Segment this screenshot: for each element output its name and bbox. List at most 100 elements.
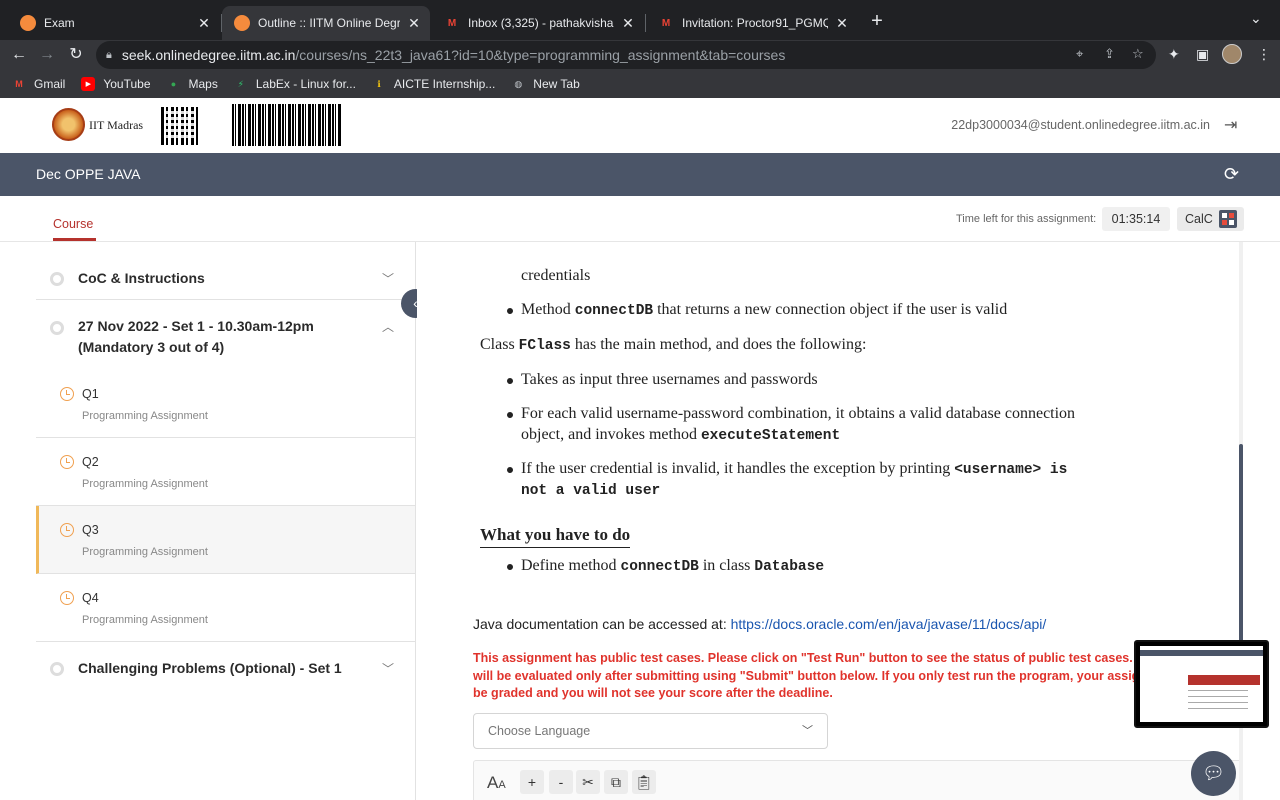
class-fclass-line: Class FClass has the main method, and do… [480,336,867,354]
chevron-down-icon: ﹀ [382,662,395,676]
bookmark-maps[interactable]: ● Maps [167,77,218,91]
address-bar[interactable]: 🔒︎ seek.onlinedegree.iitm.ac.in/courses/… [96,41,1156,69]
chevron-down-icon: ﹀ [802,725,813,737]
increase-font-button[interactable]: + [520,770,544,794]
preview-screen [1140,646,1263,722]
youtube-icon: ▶ [81,77,96,91]
forward-arrow-icon[interactable]: → [35,43,59,67]
cut-icon[interactable]: ✂ [576,770,600,794]
barcode-icon [232,104,342,146]
bullet-each-line1: For each valid username-password combina… [521,405,1076,422]
logo-text: IIT Madras [89,118,144,132]
bookmark-youtube[interactable]: ▶ YouTube [81,77,151,91]
time-left-label: Time left for this assignment: [956,213,1097,225]
bullet-define: Define method connectDB in class Databas… [521,557,825,575]
gmail-icon: M [447,17,457,29]
section-challenging-problems[interactable]: Challenging Problems (Optional) - Set 1 … [36,642,414,696]
what-you-have-to-do-heading: What you have to do [480,525,631,548]
close-tab-icon[interactable]: ✕ [620,15,636,32]
active-tab-underline [53,238,96,241]
section-status-dot [50,321,64,335]
course-subbar: Course Time left for this assignment: 01… [0,196,1280,242]
course-title: Dec OPPE JAVA [36,166,141,182]
logout-icon[interactable]: ⇥ [1224,115,1237,135]
browser-tab-strip: Exam ✕ Outline :: IITM Online Degree ✕ M… [0,0,1280,40]
paste-icon[interactable]: 📋︎ [632,770,656,794]
java-docs-line: Java documentation can be accessed at: h… [473,616,1047,632]
bookmark-aicte[interactable]: ℹ AICTE Internship... [372,77,495,91]
lock-icon: 🔒︎ [106,48,112,61]
bullet-dot [507,412,513,418]
new-tab-icon[interactable]: + [866,10,888,32]
browser-toolbar: ← → ↻ 🔒︎ seek.onlinedegree.iitm.ac.in/co… [0,40,1280,70]
side-panel-icon[interactable]: ▣ [1196,46,1209,63]
qr-code-icon [161,107,199,145]
list-item-q1[interactable]: Q1 Programming Assignment [36,370,415,438]
tab-inbox[interactable]: M Inbox (3,325) - pathakvishal13 ✕ [432,6,644,40]
time-left-value: 01:35:14 [1102,207,1170,231]
clock-icon [60,591,74,605]
bookmark-star-icon[interactable]: ☆ [1132,46,1144,62]
close-tab-icon[interactable]: ✕ [406,15,422,32]
bullet-takes: Takes as input three usernames and passw… [521,371,818,388]
content-scrollbar-thumb[interactable] [1239,444,1243,654]
bullet-dot [507,378,513,384]
gmail-icon: M [661,17,671,29]
extensions-puzzle-icon[interactable]: ✦ [1168,46,1180,63]
bookmark-new-tab[interactable]: ◍ New Tab [511,77,579,91]
decrease-font-button[interactable]: - [549,770,573,794]
profile-avatar[interactable] [1222,44,1242,64]
site-header: IIT Madras 22dp3000034@student.onlinedeg… [0,98,1280,153]
text-credentials: credentials [521,267,591,284]
bookmark-labex[interactable]: ⚡ LabEx - Linux for... [234,77,356,91]
bullet-invalid-line2: not a valid user [521,483,661,499]
moodle-orange-icon [234,15,250,31]
user-email: 22dp3000034@student.onlinedegree.iitm.ac… [951,118,1210,132]
bullet-connect: Method connectDB that returns a new conn… [521,301,1008,319]
moodle-orange-icon [20,15,36,31]
course-bar: Dec OPPE JAVA ⟳ [0,153,1280,196]
reload-icon[interactable]: ↻ [64,43,88,67]
close-tab-icon[interactable]: ✕ [834,15,850,32]
tab-search-chevron-icon[interactable]: ⌄ [1250,10,1262,27]
bookmarks-bar: M Gmail ▶ YouTube ● Maps ⚡ LabEx - Linux… [0,70,1280,98]
maps-pin-icon: ● [170,79,177,89]
bullet-dot [507,467,513,473]
tab-course[interactable]: Course [53,217,93,231]
bullet-dot [507,564,513,570]
list-item-q2[interactable]: Q2 Programming Assignment [36,438,415,506]
aicte-icon: ℹ [377,78,381,89]
editor-toolbar: AA + - ✂ ⧉ 📋︎ [473,760,1243,800]
tab-exam[interactable]: Exam ✕ [8,6,220,40]
bullet-invalid-line1: If the user credential is invalid, it ha… [521,460,1068,478]
list-item-q4[interactable]: Q4 Programming Assignment [36,574,415,642]
font-size-icon[interactable]: AA [487,773,506,793]
proctor-video-preview[interactable] [1134,640,1269,728]
list-item-q3[interactable]: Q3 Programming Assignment [36,506,415,574]
chevron-up-icon: ︿ [382,320,395,334]
location-pin-icon[interactable]: ⌖ [1076,46,1083,62]
calculator-button[interactable]: CalC [1177,207,1244,231]
bullet-dot [507,308,513,314]
labex-icon: ⚡ [237,78,244,89]
bookmark-gmail[interactable]: M Gmail [12,77,65,91]
language-select[interactable]: Choose Language ﹀ [473,713,828,749]
java-docs-link[interactable]: https://docs.oracle.com/en/java/javase/1… [731,616,1047,632]
tab-invitation[interactable]: M Invitation: Proctor91_PGMQ2_ ✕ [646,6,858,40]
clock-icon [60,387,74,401]
browser-menu-icon[interactable]: ⋮ [1257,46,1271,63]
globe-icon: ◍ [514,78,523,89]
chat-bubble-button[interactable]: 💬︎ [1191,751,1236,796]
copy-icon[interactable]: ⧉ [604,770,628,794]
clock-icon [60,523,74,537]
course-sidebar: CoC & Instructions ﹀ 27 Nov 2022 - Set 1… [0,242,416,800]
chat-icon: 💬︎ [1202,763,1225,783]
tab-outline[interactable]: Outline :: IITM Online Degree ✕ [222,6,430,40]
back-arrow-icon[interactable]: ← [7,43,31,67]
clock-icon [60,455,74,469]
share-icon[interactable]: ⇪ [1104,46,1115,62]
public-test-cases-warning: This assignment has public test cases. P… [473,651,1145,700]
refresh-icon[interactable]: ⟳ [1224,164,1239,185]
section-coc-instructions[interactable]: CoC & Instructions ﹀ [36,242,414,300]
close-tab-icon[interactable]: ✕ [196,15,212,32]
